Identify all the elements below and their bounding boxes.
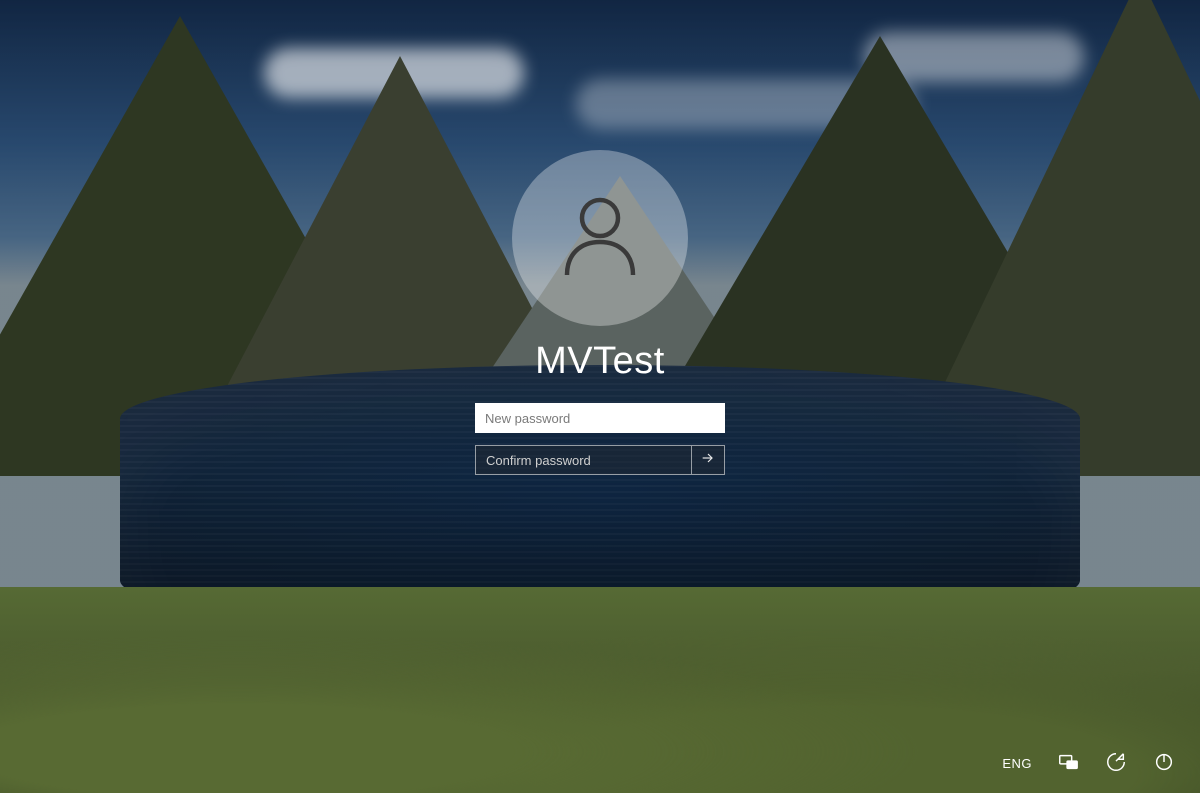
- user-avatar: [512, 150, 688, 326]
- submit-button[interactable]: [691, 446, 724, 474]
- arrow-right-icon: [700, 450, 716, 471]
- username-label: MVTest: [535, 340, 665, 383]
- power-icon: [1153, 751, 1175, 776]
- confirm-password-field[interactable]: [475, 445, 725, 475]
- network-button[interactable]: [1054, 749, 1082, 777]
- new-password-input[interactable]: [475, 403, 725, 433]
- network-icon: [1057, 751, 1079, 776]
- confirm-password-input[interactable]: [476, 446, 691, 474]
- ease-of-access-button[interactable]: [1102, 749, 1130, 777]
- language-button[interactable]: ENG: [1000, 752, 1034, 775]
- power-button[interactable]: [1150, 749, 1178, 777]
- login-panel: MVTest: [450, 150, 750, 475]
- system-tray: ENG: [1000, 749, 1178, 777]
- ease-of-access-icon: [1105, 751, 1127, 776]
- new-password-field[interactable]: [475, 403, 725, 433]
- user-icon: [552, 188, 648, 289]
